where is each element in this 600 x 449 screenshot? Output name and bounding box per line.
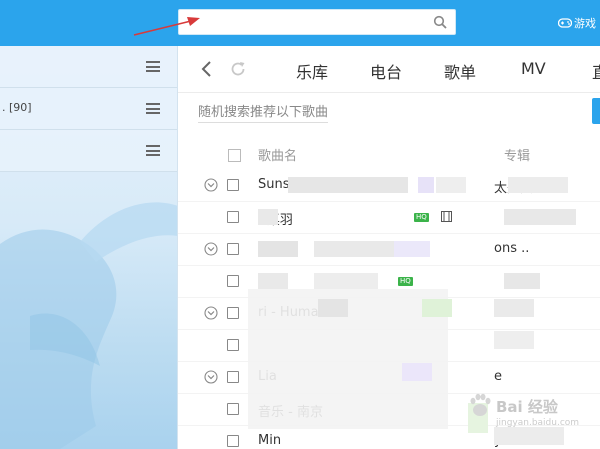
play-all-button[interactable] bbox=[592, 98, 600, 124]
song-checkbox[interactable] bbox=[227, 307, 239, 319]
expand-icon[interactable] bbox=[204, 178, 218, 192]
song-checkbox[interactable] bbox=[227, 403, 239, 415]
search-icon[interactable] bbox=[433, 15, 447, 29]
expand-icon[interactable] bbox=[204, 370, 218, 384]
back-icon[interactable] bbox=[200, 60, 214, 78]
song-checkbox[interactable] bbox=[227, 275, 239, 287]
recommend-hint: 随机搜索推荐以下歌曲 bbox=[198, 101, 329, 123]
tab-library[interactable]: 乐库 bbox=[296, 59, 328, 83]
game-link[interactable]: 游戏 bbox=[558, 15, 596, 31]
watermark-sub: jingyan.baidu.com bbox=[496, 418, 580, 428]
song-checkbox[interactable] bbox=[227, 211, 239, 223]
top-bar: 游戏 bbox=[0, 0, 600, 46]
search-input[interactable] bbox=[185, 12, 425, 32]
tab-playlists[interactable]: 歌单 bbox=[444, 59, 476, 83]
refresh-icon[interactable] bbox=[229, 60, 247, 78]
sidebar-item[interactable] bbox=[0, 130, 177, 172]
song-checkbox[interactable] bbox=[227, 339, 239, 351]
sidebar-item[interactable] bbox=[0, 46, 177, 88]
song-title[interactable]: Min bbox=[258, 433, 281, 448]
watermark-text: Bai 经验 bbox=[496, 398, 558, 416]
tab-mv[interactable]: MV bbox=[521, 59, 546, 78]
song-checkbox[interactable] bbox=[227, 435, 239, 447]
gamepad-icon bbox=[558, 18, 572, 28]
song-album[interactable]: e bbox=[494, 369, 502, 384]
song-checkbox[interactable] bbox=[227, 371, 239, 383]
select-all-checkbox[interactable] bbox=[228, 149, 241, 162]
search-box[interactable] bbox=[178, 9, 456, 35]
song-title[interactable]: Suns bbox=[258, 177, 290, 192]
whale-background bbox=[0, 202, 177, 449]
column-song: 歌曲名 bbox=[258, 149, 298, 164]
expand-icon[interactable] bbox=[204, 306, 218, 320]
sidebar: . [90] bbox=[0, 46, 178, 449]
column-album: 专辑 bbox=[504, 149, 531, 164]
menu-icon[interactable] bbox=[146, 103, 160, 114]
menu-icon[interactable] bbox=[146, 145, 160, 156]
song-checkbox[interactable] bbox=[227, 243, 239, 255]
tab-radio[interactable]: 电台 bbox=[370, 59, 402, 83]
tab-live[interactable]: 直 bbox=[592, 59, 600, 83]
song-list-panel: 随机搜索推荐以下歌曲 歌曲名 专辑 Suns太完美- 桌羽HQons ..HQr… bbox=[178, 93, 600, 449]
song-album[interactable]: ons .. bbox=[494, 241, 529, 256]
expand-icon[interactable] bbox=[204, 242, 218, 256]
game-label: 游戏 bbox=[574, 17, 596, 30]
sidebar-item[interactable]: . [90] bbox=[0, 88, 177, 130]
hq-badge: HQ bbox=[414, 213, 429, 222]
hq-badge: HQ bbox=[398, 277, 413, 286]
mv-film-icon[interactable] bbox=[441, 211, 452, 222]
nav-bar: 乐库 电台 歌单 MV 直 bbox=[178, 46, 600, 93]
sidebar-item-label: . [90] bbox=[2, 101, 32, 114]
song-checkbox[interactable] bbox=[227, 179, 239, 191]
baidu-paw-icon bbox=[470, 393, 491, 416]
menu-icon[interactable] bbox=[146, 61, 160, 72]
